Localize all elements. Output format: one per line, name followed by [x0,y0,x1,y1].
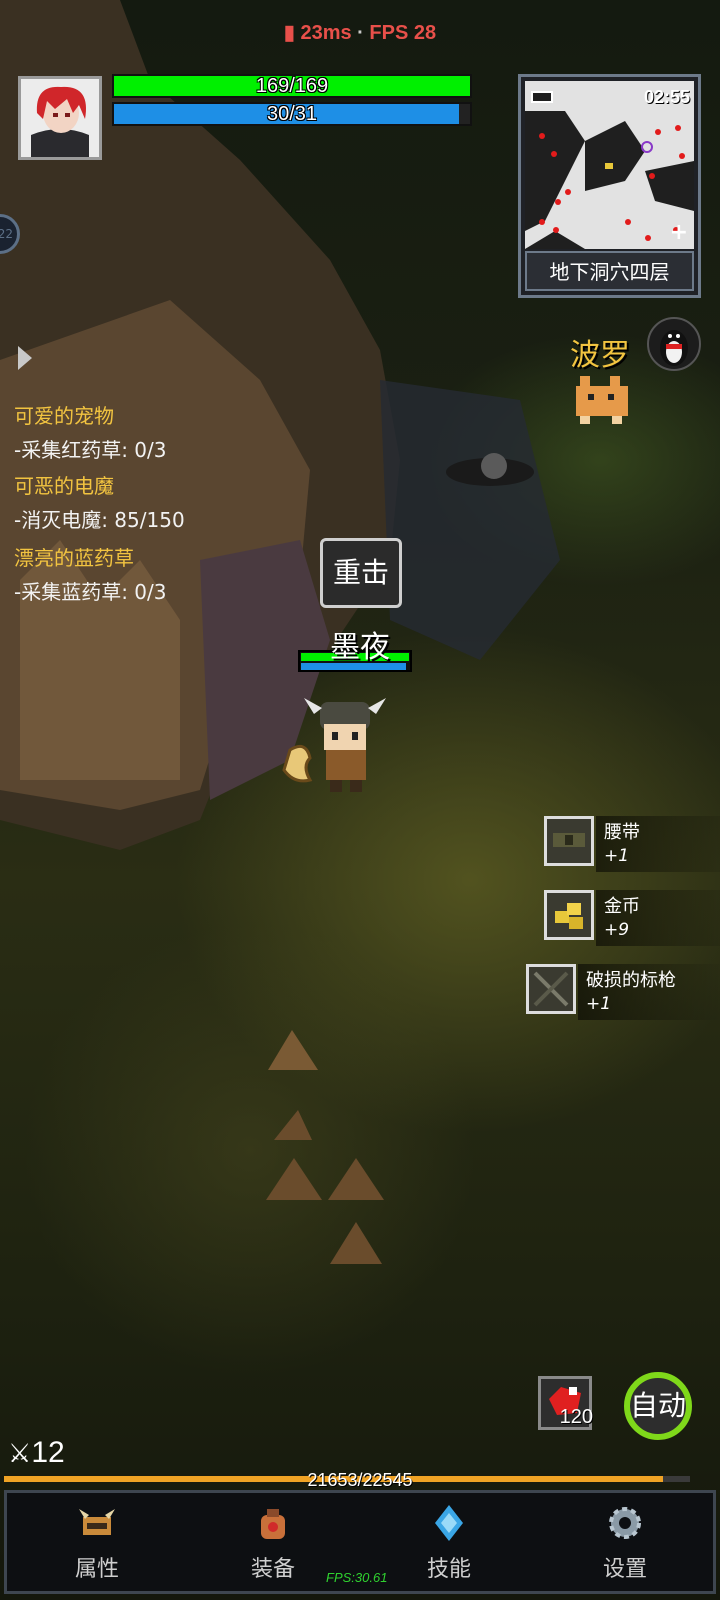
pet-fox-sprite [576,376,628,424]
hp-text: 169/169 [255,75,329,97]
npc-marker [641,141,653,153]
loot-count: +1 [586,994,612,1014]
quest-task: -采集蓝药草: 0/3 [14,580,167,604]
enemy-marker [679,153,685,159]
loot-count: +1 [604,846,630,866]
ground-rocks [266,1030,384,1264]
enemy-marker [649,173,655,179]
loot-name: 金币 [604,896,640,917]
ping-text: 23ms [300,22,352,44]
enemy-marker [675,125,681,131]
player-avatar[interactable] [18,76,102,160]
enemy-marker [539,219,545,225]
bag-icon [261,1509,285,1539]
minimap-view[interactable]: 02:55 + [525,81,694,249]
enemy-marker [645,235,651,241]
mp-text: 30/31 [266,103,318,125]
player-marker [605,163,613,169]
quest-title[interactable]: 漂亮的蓝药草 [14,542,134,571]
footer-fps: FPS:30.61 [326,1570,388,1585]
loot-count: +9 [604,920,630,940]
crystal-icon [435,1505,463,1541]
network-status: ▮ 23ms · FPS 28 [0,20,720,45]
quest-collapse-arrow-icon[interactable] [18,346,32,370]
potion-quick-slot[interactable]: 120 [538,1376,593,1430]
helmet-icon [79,1509,115,1535]
quest-task: -消灭电魔: 85/150 [14,508,185,532]
level-sword-icon: ⚔ [8,1438,32,1468]
nav-attributes[interactable]: 属性 [37,1501,157,1591]
nav-label: 技能 [426,1557,471,1582]
enemy-marker [551,151,557,157]
nav-label: 属性 [74,1557,119,1582]
enemy-marker [539,133,545,139]
nav-equipment[interactable]: 装备 [213,1501,333,1591]
quest-title[interactable]: 可爱的宠物 [14,400,114,429]
gear-icon [609,1507,641,1539]
nav-settings[interactable]: 设置 [565,1501,685,1591]
pet-name: 波罗 [570,338,630,373]
skill-callout: 重击 [320,538,402,608]
minimap-time: 02:55 [643,87,690,107]
enemy-marker [565,189,571,195]
fps-text: FPS 28 [369,22,437,44]
xp-text: 21653/22545 [307,1470,413,1490]
auto-battle-button[interactable]: 自动 [624,1372,692,1440]
location-label: 地下洞穴四层 [525,251,694,291]
enemy-marker [555,199,561,205]
player-character-sprite[interactable] [280,694,400,814]
belt-icon [544,816,594,866]
penguin-icon[interactable] [646,316,702,372]
javelin-icon [526,964,576,1014]
enemy-marker [655,129,661,135]
gold-coin-icon [544,890,594,940]
loot-name: 破损的标枪 [586,970,676,991]
nav-skills[interactable]: 技能 [389,1501,509,1591]
player-name: 墨夜 [330,630,390,665]
minimap[interactable]: 02:55 + 地下洞穴四层 [518,74,701,298]
loot-name: 腰带 [604,822,640,843]
mp-bar: 30/31 [112,102,472,126]
nav-label: 设置 [602,1557,647,1582]
enemy-marker [625,219,631,225]
level-number: 12 [31,1436,65,1469]
player-level: ⚔12 [8,1436,65,1470]
battery-icon [531,91,553,103]
plus-icon[interactable]: + [670,220,688,245]
avatar-portrait-icon [21,79,99,157]
potion-count: 120 [559,1406,593,1428]
hp-bar: 169/169 [112,74,472,98]
nav-label: 装备 [250,1557,295,1582]
quest-task: -采集红药草: 0/3 [14,438,167,462]
enemy-marker [553,227,559,233]
signal-icon: ▮ [283,22,295,44]
status-separator: · [357,22,364,44]
quest-title[interactable]: 可恶的电魔 [14,470,114,499]
